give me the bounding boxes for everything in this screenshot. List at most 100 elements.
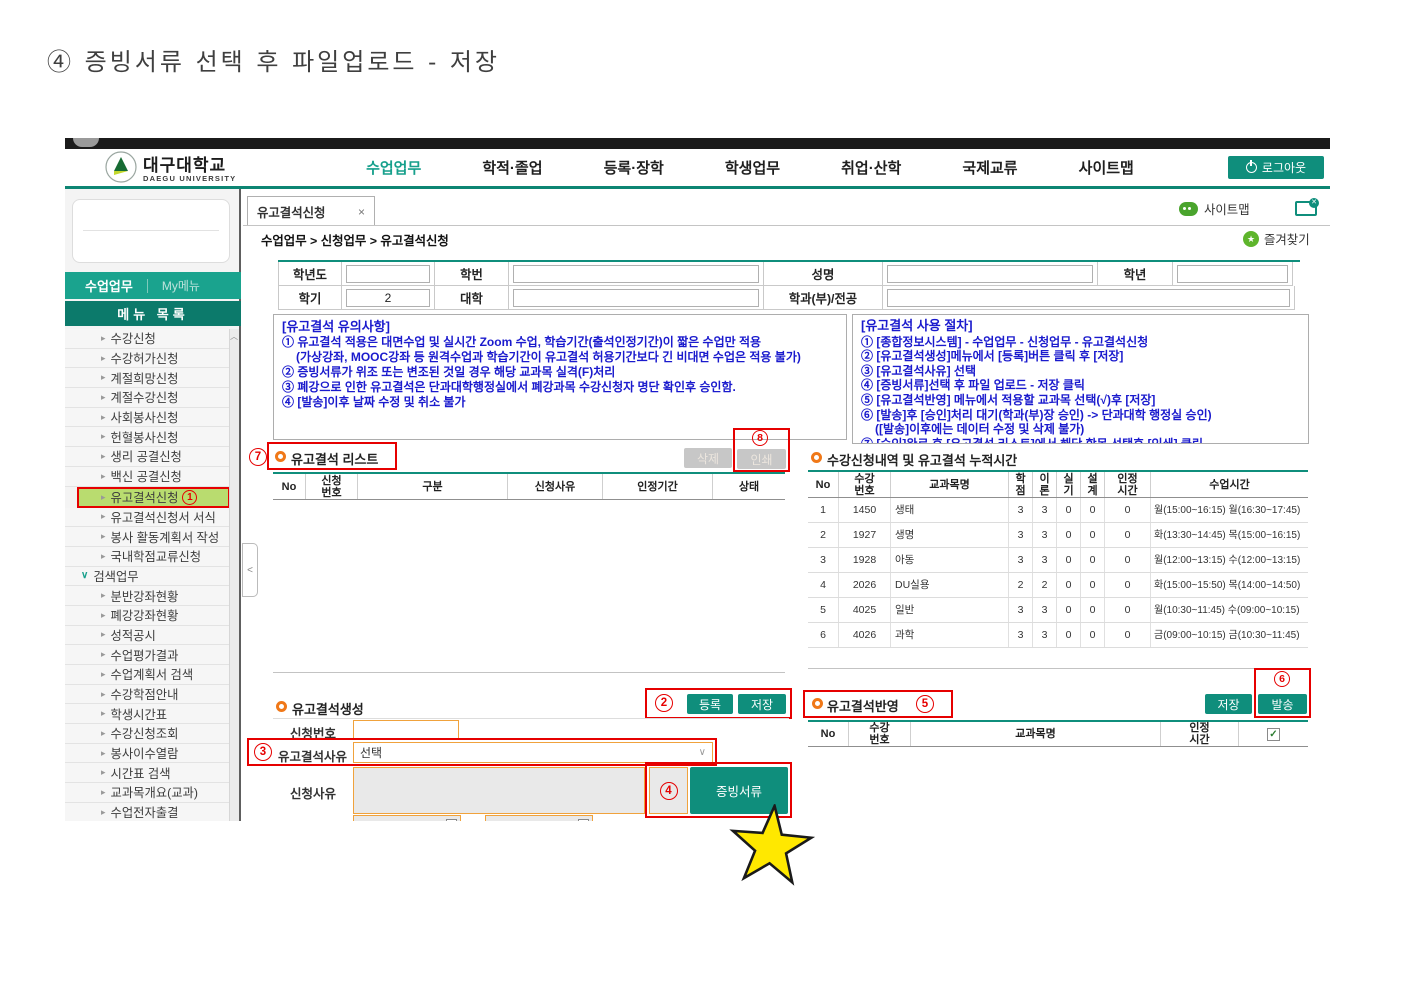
chevron-down-icon: ∨ bbox=[81, 570, 88, 581]
sitemap-icon bbox=[1179, 202, 1198, 216]
reqno-input[interactable] bbox=[353, 720, 459, 739]
semester-input[interactable] bbox=[346, 289, 430, 307]
sidebar-tab-classes[interactable]: 수업업무 bbox=[85, 276, 133, 295]
university-logo[interactable]: 대구대학교 DAEGU UNIVERSITY bbox=[105, 151, 236, 188]
sidebar-tab-mymenu[interactable]: My메뉴 bbox=[162, 277, 200, 294]
sidebar-item-section-status[interactable]: ▸분반강좌현황 bbox=[65, 586, 230, 606]
create-section-title: 유고결석생성 bbox=[292, 699, 364, 718]
name-input[interactable] bbox=[887, 265, 1093, 283]
absence-reason-select[interactable]: 선택 ∨ bbox=[353, 742, 713, 763]
attach-cell: 4 bbox=[649, 767, 688, 814]
sidebar-item-service-plan[interactable]: ▸봉사 활동계획서 작성 bbox=[65, 527, 230, 547]
sidebar-item-sugang[interactable]: ▸수강신청 bbox=[65, 329, 230, 349]
studentid-input[interactable] bbox=[513, 265, 759, 283]
sidebar-scrollbar[interactable] bbox=[229, 329, 239, 821]
print-button[interactable]: 인쇄 bbox=[737, 449, 786, 469]
nav-item-registration[interactable]: 등록·장학 bbox=[604, 157, 664, 178]
apply-section-title: 유고결석반영 bbox=[827, 696, 899, 715]
app-window: 대구대학교 DAEGU UNIVERSITY 수업업무 학적·졸업 등록·장학 … bbox=[65, 138, 1330, 821]
select-all-checkbox[interactable]: ✓ bbox=[1267, 728, 1280, 741]
nav-item-student[interactable]: 학생업무 bbox=[725, 157, 780, 178]
orange-bullet-icon bbox=[812, 698, 823, 709]
power-icon bbox=[1246, 162, 1257, 173]
nav-item-international[interactable]: 국제교류 bbox=[962, 157, 1017, 178]
nav-item-sitemap[interactable]: 사이트맵 bbox=[1079, 157, 1134, 178]
chevron-right-icon: ▸ bbox=[101, 807, 106, 818]
college-label: 대학 bbox=[460, 289, 483, 307]
chevron-right-icon: ▸ bbox=[101, 551, 106, 562]
apply-save-button[interactable]: 저장 bbox=[1205, 694, 1252, 714]
sidebar-item-excused-absence-active[interactable]: ▸유고결석신청1 bbox=[77, 487, 230, 508]
grade-input[interactable] bbox=[1177, 265, 1288, 283]
sidebar-item-menstrual-absence[interactable]: ▸생리 공결신청 bbox=[65, 447, 230, 467]
top-nav: 수업업무 학적·졸업 등록·장학 학생업무 취업·산학 국제교류 사이트맵 bbox=[305, 149, 1195, 186]
calendar-icon[interactable] bbox=[578, 819, 589, 821]
star-highlight-icon bbox=[722, 800, 819, 894]
nav-item-classes[interactable]: 수업업무 bbox=[366, 157, 421, 178]
sidebar-item-domestic-credit[interactable]: ▸국내학점교류신청 bbox=[65, 547, 230, 567]
sidebar-item-enroll-lookup[interactable]: ▸수강신청조회 bbox=[65, 724, 230, 744]
sidebar-item-cancelled-courses[interactable]: ▸폐강강좌현황 bbox=[65, 606, 230, 626]
sidebar-tabs: 수업업무 My메뉴 bbox=[65, 272, 241, 299]
sidebar-item-service-record[interactable]: ▸봉사이수열람 bbox=[65, 744, 230, 764]
user-info-box bbox=[72, 199, 230, 263]
sidebar-item-grade-post[interactable]: ▸성적공시 bbox=[65, 626, 230, 646]
create-save-button[interactable]: 저장 bbox=[738, 694, 786, 714]
sidebar-item-course-overview[interactable]: ▸교과목개요(교과) bbox=[65, 783, 230, 803]
header-divider bbox=[65, 186, 1330, 189]
sidebar-item-seasonal[interactable]: ▸계절수강신청 bbox=[65, 388, 230, 408]
sidebar-item-timetable-search[interactable]: ▸시간표 검색 bbox=[65, 763, 230, 783]
window-close-icon[interactable] bbox=[1295, 201, 1317, 216]
sidebar-menu: ▸수강신청 ▸수강허가신청 ▸계절희망신청 ▸계절수강신청 ▸사회봉사신청 ▸헌… bbox=[65, 329, 230, 821]
period-start-input[interactable] bbox=[353, 815, 461, 821]
page-title: ④ 증빙서류 선택 후 파일업로드 - 저장 bbox=[47, 42, 500, 77]
annotation-5-badge: 5 bbox=[916, 695, 934, 713]
sitemap-link[interactable]: 사이트맵 bbox=[1179, 200, 1250, 218]
period-end-input[interactable] bbox=[485, 815, 593, 821]
sidebar-item-seasonal-hope[interactable]: ▸계절희망신청 bbox=[65, 368, 230, 388]
tab-excused-absence[interactable]: 유고결석신청 × bbox=[247, 196, 375, 226]
close-icon[interactable]: × bbox=[358, 205, 365, 219]
annotation-3-badge: 3 bbox=[254, 743, 272, 761]
dept-label: 학과(부)/전공 bbox=[789, 289, 857, 307]
sidebar-item-syllabus-search[interactable]: ▸수업계획서 검색 bbox=[65, 665, 230, 685]
sidebar-item-vaccine-absence[interactable]: ▸백신 공결신청 bbox=[65, 467, 230, 487]
sidebar-item-eval-result[interactable]: ▸수업평가결과 bbox=[65, 645, 230, 665]
student-form-row2: 학기 대학 학과(부)/전공 bbox=[278, 286, 1300, 310]
absence-list-table: No 신청 번호 구분 신청사유 인정기간 상태 bbox=[273, 472, 785, 500]
apply-reason-textarea[interactable] bbox=[353, 767, 645, 814]
chevron-right-icon: ▸ bbox=[101, 610, 106, 621]
scroll-up-icon[interactable]: ︿ bbox=[229, 331, 239, 343]
sidebar-item-social-service[interactable]: ▸사회봉사신청 bbox=[65, 408, 230, 428]
register-button[interactable]: 등록 bbox=[687, 694, 733, 714]
chevron-right-icon: ▸ bbox=[101, 767, 106, 778]
annotation-7-badge: 7 bbox=[249, 448, 267, 466]
screenshot-root: ④ 증빙서류 선택 후 파일업로드 - 저장 대구대학교 DAEGU UNIVE… bbox=[0, 0, 1403, 992]
logout-button[interactable]: 로그아웃 bbox=[1228, 156, 1324, 179]
sidebar-item-clipped[interactable]: ▸수업전자출결 bbox=[65, 803, 230, 821]
favorite-link[interactable]: ★ 즐겨찾기 bbox=[1243, 230, 1310, 248]
nav-item-records[interactable]: 학적·졸업 bbox=[482, 157, 542, 178]
sidebar-item-timetable[interactable]: ▸학생시간표 bbox=[65, 704, 230, 724]
chevron-right-icon: ▸ bbox=[101, 353, 106, 364]
studentid-label: 학번 bbox=[460, 265, 483, 283]
sidebar-collapse-handle[interactable]: < bbox=[242, 543, 258, 597]
sidebar-item-credit-guide[interactable]: ▸수강학점안내 bbox=[65, 685, 230, 705]
sidebar-group-search[interactable]: ∨검색업무 bbox=[65, 567, 230, 587]
year-input[interactable] bbox=[346, 265, 430, 283]
apply-table: No 수강 번호 교과목명 인정 시간 ✓ bbox=[808, 720, 1308, 747]
chevron-right-icon: ▸ bbox=[101, 708, 106, 719]
sidebar-item-absence-form[interactable]: ▸유고결석신청서 서식 bbox=[65, 508, 230, 528]
calendar-icon[interactable] bbox=[446, 819, 457, 821]
student-form-row1: 학년도 학번 성명 학년 bbox=[278, 262, 1300, 286]
chevron-right-icon: ▸ bbox=[101, 787, 106, 798]
college-input[interactable] bbox=[513, 289, 759, 307]
sidebar-item-sugang-permit[interactable]: ▸수강허가신청 bbox=[65, 349, 230, 369]
nav-item-career[interactable]: 취업·산학 bbox=[841, 157, 901, 178]
tabstrip-divider bbox=[243, 225, 1330, 226]
send-button[interactable]: 발송 bbox=[1258, 694, 1307, 714]
delete-button[interactable]: 삭제 bbox=[684, 448, 732, 468]
dept-input[interactable] bbox=[887, 289, 1290, 307]
sidebar-item-blood-service[interactable]: ▸헌혈봉사신청 bbox=[65, 427, 230, 447]
chevron-right-icon: ▸ bbox=[101, 748, 106, 759]
